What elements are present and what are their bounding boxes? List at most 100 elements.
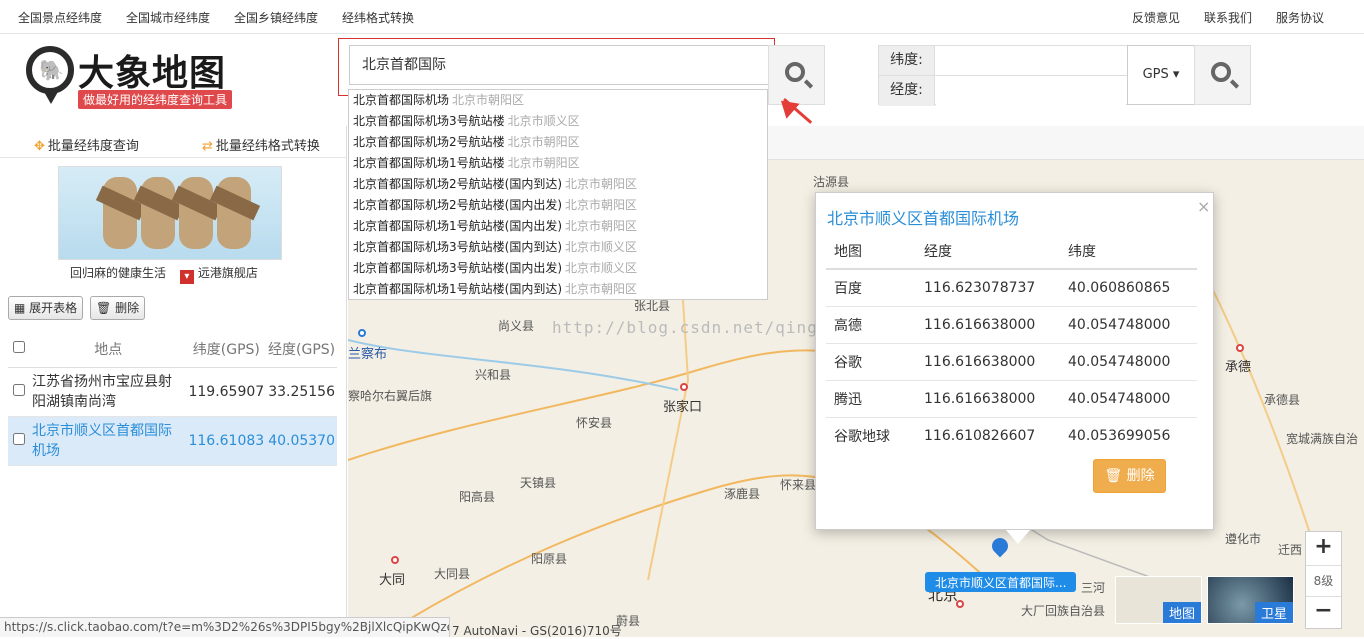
- nav-terms[interactable]: 服务协议: [1276, 9, 1324, 26]
- map-label: 大厂回族自治县: [1021, 604, 1106, 618]
- map-label: 怀来县: [780, 478, 817, 492]
- logo[interactable]: 🐘 大象地图 做最好用的经纬度查询工具: [26, 44, 241, 110]
- browser-status-bar: https://s.click.taobao.com/t?e=m%3D2%26s…: [0, 617, 450, 637]
- location-marker-icon[interactable]: [992, 538, 1008, 560]
- search-suggestions: 北京首都国际机场 北京市朝阳区 北京首都国际机场3号航站楼 北京市顺义区 北京首都国…: [348, 89, 768, 300]
- map-label: 三河: [1081, 581, 1106, 595]
- map-label: 张家口: [663, 400, 703, 415]
- search-button[interactable]: [768, 45, 825, 105]
- nav-contact[interactable]: 联系我们: [1204, 9, 1252, 26]
- batch-bar: ✥ 批量经纬度查询 ⇄ 批量经纬格式转换: [0, 126, 347, 158]
- expand-table-button[interactable]: ▦ 展开表格: [8, 296, 84, 320]
- longitude-input[interactable]: [936, 76, 1126, 105]
- row-checkbox[interactable]: [13, 432, 25, 445]
- shop-icon: ▾: [179, 270, 194, 284]
- table-icon: ▦: [14, 301, 26, 315]
- map-type-map[interactable]: 地图: [1115, 576, 1202, 624]
- suggestion-item[interactable]: 北京首都国际机场3号航站楼 北京市顺义区: [353, 111, 580, 132]
- table-row: 百度 116.623078737 40.060860865: [826, 269, 1197, 307]
- suggestion-item[interactable]: 北京首都国际机场3号航站楼(国内出发) 北京市顺义区: [353, 258, 637, 279]
- delete-button[interactable]: 🗑 删除: [90, 296, 146, 320]
- suggestion-item[interactable]: 北京首都国际机场1号航站楼(国内出发) 北京市朝阳区: [353, 216, 637, 237]
- ad-caption[interactable]: 回归麻的健康生活 ▾ 远港旗舰店: [70, 264, 258, 284]
- city-dot-icon: [1236, 344, 1244, 352]
- longitude-label: 经度:: [879, 76, 935, 106]
- batch-convert-link[interactable]: ⇄ 批量经纬格式转换: [202, 135, 320, 154]
- map-label: 遵化市: [1225, 532, 1262, 546]
- zoom-control: + 8级 −: [1305, 531, 1342, 629]
- nav-city-coords[interactable]: 全国城市经纬度: [126, 9, 210, 26]
- col-place: 地点: [30, 331, 187, 368]
- city-dot-icon: [391, 556, 399, 564]
- batch-query-link[interactable]: ✥ 批量经纬度查询: [34, 135, 139, 154]
- suggestion-item[interactable]: 北京首都国际机场2号航站楼(国内到达) 北京市朝阳区: [353, 174, 637, 195]
- nav-scenic-coords[interactable]: 全国景点经纬度: [18, 9, 102, 26]
- map-type-satellite[interactable]: 卫星: [1207, 576, 1294, 624]
- logo-name: 大象地图: [78, 53, 227, 94]
- latitude-label: 纬度:: [879, 46, 935, 76]
- map-label: 天镇县: [520, 476, 557, 490]
- watermark: http://blog.csdn.net/qing387: [552, 318, 850, 337]
- map-label: 兴和县: [475, 368, 512, 382]
- coord-search-button[interactable]: [1194, 45, 1251, 105]
- search-highlight-box: 北京首都国际: [338, 38, 775, 96]
- top-nav: 全国景点经纬度 全国城市经纬度 全国乡镇经纬度 经纬格式转换 反馈意见 联系我们…: [0, 0, 1364, 34]
- ad-banner[interactable]: [58, 166, 282, 260]
- zoom-in-button[interactable]: +: [1306, 534, 1341, 559]
- nav-town-coords[interactable]: 全国乡镇经纬度: [234, 9, 318, 26]
- popup-title: 北京市顺义区首都国际机场: [827, 209, 1020, 228]
- map-label: 尚义县: [498, 319, 535, 333]
- nav-format-convert[interactable]: 经纬格式转换: [342, 9, 414, 26]
- saved-locations-table: 地点 纬度(GPS) 经度(GPS) 江苏省扬州市宝应县射阳湖镇南尚湾 119.…: [8, 331, 337, 466]
- suggestion-item[interactable]: 北京首都国际机场 北京市朝阳区: [353, 90, 524, 111]
- coordinate-table: 地图 经度 纬度 百度 116.623078737 40.060860865 高德 1…: [826, 233, 1197, 454]
- close-icon[interactable]: ×: [1197, 197, 1210, 216]
- search-icon: [785, 62, 805, 82]
- search-input[interactable]: 北京首都国际: [349, 45, 769, 85]
- popup-delete-button[interactable]: 🗑 删除: [1093, 459, 1166, 493]
- table-row[interactable]: 北京市顺义区首都国际机场 116.61083 40.05370: [8, 416, 337, 466]
- map-label: 阳高县: [459, 490, 496, 504]
- map-label: 阳原县: [531, 552, 568, 566]
- suggestion-item[interactable]: 北京首都国际机场3号航站楼(国内到达) 北京市顺义区: [353, 237, 637, 258]
- suggestion-item[interactable]: 北京首都国际机场2号航站楼(国内出发) 北京市朝阳区: [353, 195, 637, 216]
- gear-icon: ✥: [34, 139, 45, 154]
- map-label: 大同: [379, 573, 406, 588]
- map-label: 承德县: [1264, 393, 1301, 407]
- map-label: 迁西: [1278, 543, 1303, 557]
- row-checkbox[interactable]: [13, 383, 25, 396]
- zoom-out-button[interactable]: −: [1306, 598, 1341, 623]
- table-row: 谷歌地球 116.610826607 40.053699056: [834, 427, 1171, 445]
- map-label: 大同县: [434, 567, 471, 581]
- nav-feedback[interactable]: 反馈意见: [1132, 9, 1180, 26]
- search-icon: [1211, 62, 1231, 82]
- map-label: 涿鹿县: [724, 487, 761, 501]
- suggestion-item[interactable]: 北京首都国际机场1号航站楼(国内到达) 北京市朝阳区: [353, 279, 637, 300]
- map-label: 宽城满族自治: [1286, 432, 1359, 446]
- suggestion-item[interactable]: 北京首都国际机场2号航站楼 北京市朝阳区: [353, 132, 580, 153]
- coordinate-input-box: 纬度: 经度:: [878, 45, 1129, 106]
- sidebar: ✥ 批量经纬度查询 ⇄ 批量经纬格式转换 回归麻的健康生活 ▾ 远港旗舰店 ▦ 展开表…: [0, 126, 347, 637]
- col-lng: 经度(GPS): [266, 331, 337, 368]
- refresh-icon: ⇄: [202, 139, 213, 154]
- map-copyright: 7 AutoNavi - GS(2016)710号: [452, 624, 622, 638]
- select-all-checkbox[interactable]: [13, 340, 25, 353]
- city-dot-icon: [358, 329, 366, 337]
- map-label: 察哈尔右翼后旗: [348, 389, 433, 403]
- marker-label[interactable]: 北京市顺义区首都国际...: [925, 572, 1077, 592]
- city-dot-icon: [680, 383, 688, 391]
- map-label: 承德: [1225, 360, 1252, 375]
- table-row[interactable]: 江苏省扬州市宝应县射阳湖镇南尚湾 119.65907 33.25156: [8, 367, 337, 417]
- table-row: 谷歌 116.616638000 40.054748000: [826, 343, 1197, 381]
- map-label: 沽源县: [813, 175, 850, 189]
- trash-icon: 🗑: [96, 301, 112, 315]
- coord-format-dropdown[interactable]: GPS ▾: [1127, 45, 1195, 105]
- zoom-level: 8级: [1313, 574, 1334, 588]
- latitude-input[interactable]: [936, 46, 1126, 75]
- map-label: 怀安县: [576, 416, 613, 430]
- coordinate-popup: 北京市顺义区首都国际机场 × 地图 经度 纬度 百度 116.623078737 4…: [815, 192, 1214, 544]
- table-row: 腾迅 116.616638000 40.054748000: [826, 380, 1197, 418]
- suggestion-item[interactable]: 北京首都国际机场1号航站楼 北京市朝阳区: [353, 153, 580, 174]
- elephant-pin-icon: 🐘: [26, 46, 74, 104]
- map-label: 兰察布: [348, 347, 388, 362]
